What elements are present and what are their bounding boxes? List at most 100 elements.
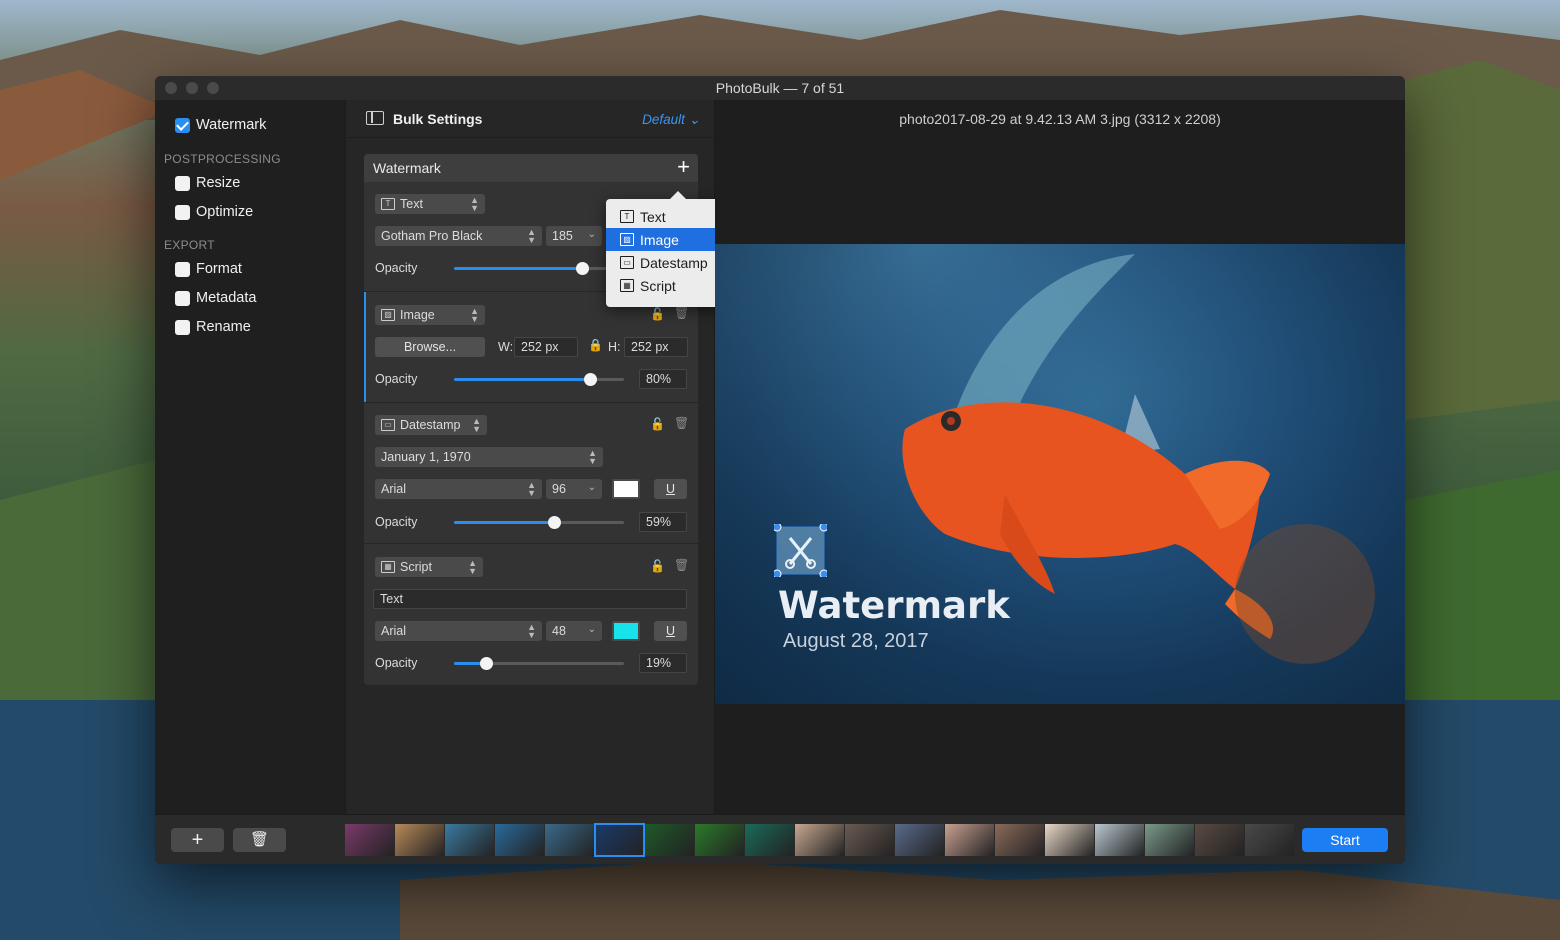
sidebar-item-format[interactable]: Format — [175, 261, 242, 277]
date-format-select[interactable]: January 1, 1970 ▲ ▼ — [375, 447, 603, 467]
selected-indicator — [364, 292, 366, 402]
lock-icon[interactable]: 🔓 — [650, 417, 665, 431]
sidebar-item-metadata[interactable]: Metadata — [175, 290, 256, 306]
thumbnail[interactable] — [1195, 824, 1244, 856]
updown-icon: ▲ ▼ — [527, 227, 536, 245]
slider-knob[interactable] — [584, 373, 597, 386]
thumbnail[interactable] — [695, 824, 744, 856]
font-size-select[interactable]: 185 ⌄ — [546, 226, 602, 246]
sidebar-item-watermark[interactable]: Watermark — [175, 117, 266, 133]
underline-button[interactable]: U — [654, 621, 687, 641]
thumbnail[interactable] — [1045, 824, 1094, 856]
thumbnail[interactable] — [745, 824, 794, 856]
opacity-value[interactable]: 59% — [639, 512, 687, 532]
slider-knob[interactable] — [480, 657, 494, 670]
watermark-checkbox[interactable] — [175, 117, 190, 133]
thumbnail[interactable] — [345, 824, 394, 856]
thumbnail[interactable] — [594, 823, 645, 857]
sidebar-item-resize[interactable]: Resize — [175, 175, 240, 191]
trash-icon[interactable]: 🗑 — [674, 558, 689, 572]
resize-checkbox[interactable] — [175, 175, 190, 191]
type-label: Script — [400, 560, 432, 574]
format-checkbox[interactable] — [175, 261, 190, 277]
opacity-label: Opacity — [375, 656, 418, 670]
menu-item-label: Script — [640, 277, 676, 294]
type-label: Text — [400, 197, 423, 211]
thumbnail[interactable] — [795, 824, 844, 856]
lock-icon[interactable]: 🔓 — [650, 559, 665, 573]
height-label: H: — [608, 340, 621, 354]
trash-icon[interactable]: 🗑 — [674, 306, 689, 320]
file-name: photo2017-08-29 at 9.42.13 AM 3.jpg (331… — [899, 111, 1221, 127]
font-size-select[interactable]: 96 ⌄ — [546, 479, 602, 499]
thumbnail[interactable] — [445, 824, 494, 856]
color-swatch[interactable] — [612, 479, 640, 499]
sidebar-item-optimize[interactable]: Optimize — [175, 204, 253, 220]
minimize-window-button[interactable] — [186, 82, 198, 94]
add-images-button[interactable]: + — [171, 828, 224, 852]
thumbnail[interactable] — [1145, 824, 1194, 856]
thumbnail[interactable] — [1245, 824, 1294, 856]
updown-icon: ▲ ▼ — [472, 416, 481, 434]
delete-images-button[interactable]: 🗑 — [233, 828, 286, 852]
watermark-date-overlay[interactable]: August 28, 2017 — [783, 630, 929, 653]
preview-photo[interactable]: Watermark August 28, 2017 — [715, 244, 1405, 704]
thumbnail[interactable] — [945, 824, 994, 856]
metadata-checkbox[interactable] — [175, 290, 190, 306]
chevron-down-icon: ⌄ — [587, 229, 596, 240]
zoom-window-button[interactable] — [207, 82, 219, 94]
datestamp-type-select[interactable]: ▭ Datestamp ▲ ▼ — [375, 415, 487, 435]
underline-button[interactable]: U — [654, 479, 687, 499]
font-select[interactable]: Gotham Pro Black ▲ ▼ — [375, 226, 542, 246]
thumbnail[interactable] — [545, 824, 594, 856]
font-size-select[interactable]: 48 ⌄ — [546, 621, 602, 641]
opacity-value[interactable]: 19% — [639, 653, 687, 673]
divider — [364, 543, 698, 544]
image-type-select[interactable]: ▨ Image ▲ ▼ — [375, 305, 485, 325]
trash-icon[interactable]: 🗑 — [674, 416, 689, 430]
thumbnail[interactable] — [995, 824, 1044, 856]
script-type-select[interactable]: ▦ Script ▲ ▼ — [375, 557, 483, 577]
image-opacity-slider[interactable] — [454, 373, 624, 386]
width-input[interactable]: 252 px — [514, 337, 578, 357]
thumbnail[interactable] — [495, 824, 544, 856]
aspect-lock-icon[interactable]: 🔒 — [588, 338, 603, 352]
preview-pane: photo2017-08-29 at 9.42.13 AM 3.jpg (331… — [715, 100, 1405, 814]
slider-knob[interactable] — [575, 262, 589, 275]
thumbnail[interactable] — [845, 824, 894, 856]
preset-dropdown[interactable]: Default ⌄ — [642, 112, 700, 128]
script-text-input[interactable]: Text — [373, 589, 687, 609]
sidebar-item-label: Optimize — [196, 204, 254, 220]
text-type-select[interactable]: T Text ▲ ▼ — [375, 194, 485, 214]
font-select[interactable]: Arial ▲ ▼ — [375, 479, 542, 499]
preset-label: Default — [642, 112, 685, 127]
thumbnail[interactable] — [1095, 824, 1144, 856]
slider-knob[interactable] — [548, 516, 562, 529]
lock-icon[interactable]: 🔓 — [650, 307, 665, 321]
script-opacity-slider[interactable] — [454, 657, 624, 670]
thumbnail-strip[interactable] — [345, 823, 1295, 857]
sidebar-item-rename[interactable]: Rename — [175, 319, 251, 335]
calendar-icon: ▭ — [381, 419, 395, 431]
watermark-logo-icon[interactable] — [774, 524, 827, 577]
datestamp-opacity-slider[interactable] — [454, 516, 624, 529]
window-title: PhotoBulk — 7 of 51 — [715, 80, 845, 96]
close-window-button[interactable] — [165, 82, 177, 94]
text-opacity-slider[interactable] — [454, 262, 624, 275]
sidebar: Watermark POSTPROCESSING Resize Optimize… — [155, 100, 345, 814]
thumbnail[interactable] — [395, 824, 444, 856]
watermark-text-overlay[interactable]: Watermark — [778, 584, 1010, 627]
add-watermark-button[interactable]: + — [677, 155, 690, 179]
rename-checkbox[interactable] — [175, 319, 190, 335]
start-button[interactable]: Start — [1302, 828, 1388, 852]
browse-button[interactable]: Browse... — [375, 337, 485, 357]
optimize-checkbox[interactable] — [175, 204, 190, 220]
font-select[interactable]: Arial ▲ ▼ — [375, 621, 542, 641]
font-label: Arial — [381, 624, 407, 638]
color-swatch[interactable] — [612, 621, 640, 641]
thumbnail[interactable] — [895, 824, 944, 856]
thumbnail[interactable] — [645, 824, 694, 856]
opacity-value[interactable]: 80% — [639, 369, 687, 389]
height-input[interactable]: 252 px — [624, 337, 688, 357]
sidebar-toggle-icon[interactable] — [366, 111, 384, 125]
